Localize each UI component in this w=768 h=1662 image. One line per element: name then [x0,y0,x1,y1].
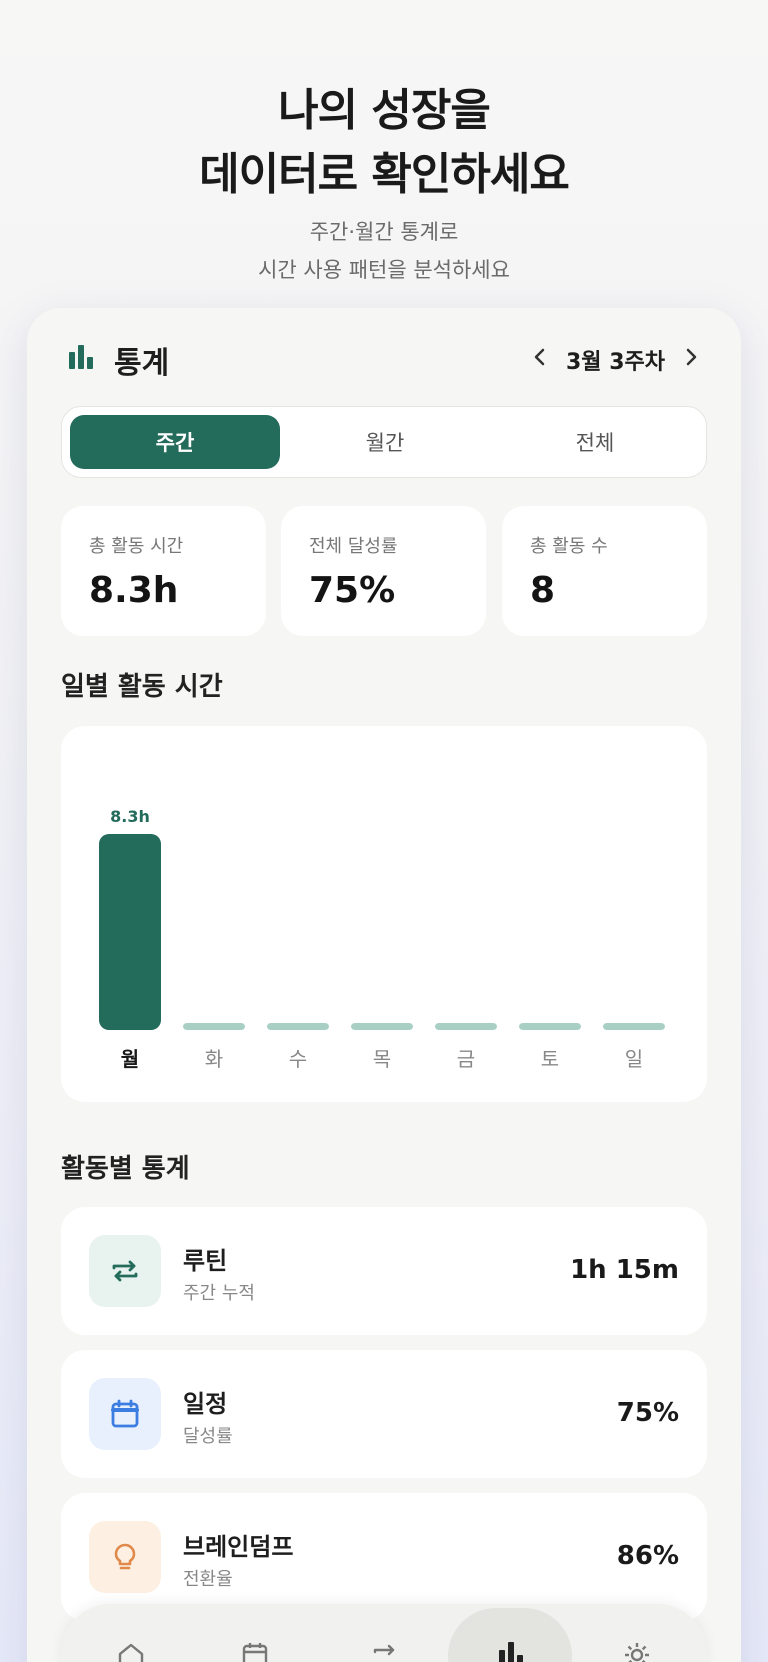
chart-bar-6 [603,1023,665,1030]
tab-all[interactable]: 전체 [490,415,700,469]
activity-name: 일정 [183,1390,228,1418]
bar-chart-icon [499,1642,523,1662]
chart-x-label-0: 월 [121,1047,139,1071]
calendar-icon [89,1378,161,1450]
stat-card-total-time: 총 활동 시간 8.3h [61,506,266,636]
chart-x-label-2: 수 [289,1047,307,1071]
activity-value: 86% [616,1541,679,1571]
repeat-icon [89,1235,161,1307]
activity-card-schedule[interactable]: 일정 달성률 75% [61,1350,707,1478]
chart-x-label-3: 목 [373,1047,391,1071]
nav-routine[interactable] [349,1604,419,1662]
activity-section-title: 활동별 통계 [61,1154,190,1184]
daily-section-title: 일별 활동 시간 [61,672,223,702]
chart-data-label-0: 8.3h [110,807,150,826]
activity-card-braindump[interactable]: 브레인덤프 전환율 86% [61,1493,707,1621]
activity-name: 브레인덤프 [183,1533,294,1561]
activity-sub: 전환율 [183,1569,233,1590]
chart-bar-0 [99,834,161,1030]
stat-value: 8 [530,570,556,611]
nav-calendar[interactable] [219,1604,289,1662]
chart-bar-3 [351,1023,413,1030]
activity-name: 루틴 [183,1247,228,1275]
tab-monthly[interactable]: 월간 [280,415,490,469]
chart-bar-1 [183,1023,245,1030]
bar-chart-icon [69,345,93,369]
nav-settings[interactable] [601,1604,671,1662]
home-icon [118,1643,144,1662]
chart-x-label-4: 금 [457,1047,475,1071]
nav-statistics[interactable] [475,1604,545,1662]
chevron-left-icon[interactable] [528,343,552,371]
chart-x-label-6: 일 [625,1047,643,1071]
week-label: 3월 3주차 [566,350,665,375]
repeat-icon [373,1644,395,1656]
bottom-nav [61,1604,707,1662]
chart-bar-2 [267,1023,329,1030]
stat-value: 75% [309,570,396,611]
stat-label: 총 활동 시간 [89,536,184,557]
hero-title-line1: 나의 성장을 [278,85,491,136]
settings-icon [625,1643,649,1662]
hero-subtitle-line2: 시간 사용 패턴을 분석하세요 [258,258,510,282]
chart-bar-5 [519,1023,581,1030]
chart-x-label-5: 토 [541,1047,559,1071]
activity-sub: 달성률 [183,1426,233,1447]
lightbulb-icon [89,1521,161,1593]
activity-value: 1h 15m [570,1255,679,1285]
page-title: 통계 [114,346,170,381]
period-segmented-control: 주간 월간 전체 [61,406,707,478]
tab-weekly[interactable]: 주간 [70,415,280,469]
daily-bar-chart: 8.3h 월 화 수 목 금 토 일 [99,807,665,1071]
activity-value: 75% [616,1398,679,1428]
chevron-right-icon[interactable] [679,343,703,371]
nav-home[interactable] [95,1604,165,1662]
stat-label: 전체 달성률 [309,536,398,557]
stat-label: 총 활동 수 [530,536,608,557]
hero-title-line2: 데이터로 확인하세요 [199,149,570,200]
stat-value: 8.3h [89,570,179,611]
hero-subtitle-line1: 주간·월간 통계로 [309,220,459,244]
activity-card-routine[interactable]: 루틴 주간 누적 1h 15m [61,1207,707,1335]
calendar-icon [242,1643,268,1662]
chart-bar-4 [435,1023,497,1030]
activity-sub: 주간 누적 [183,1283,255,1304]
stat-card-activity-count: 총 활동 수 8 [502,506,707,636]
daily-chart-card: 8.3h 월 화 수 목 금 토 일 [61,726,707,1102]
chart-x-label-1: 화 [205,1047,223,1071]
stat-card-achievement: 전체 달성률 75% [281,506,486,636]
